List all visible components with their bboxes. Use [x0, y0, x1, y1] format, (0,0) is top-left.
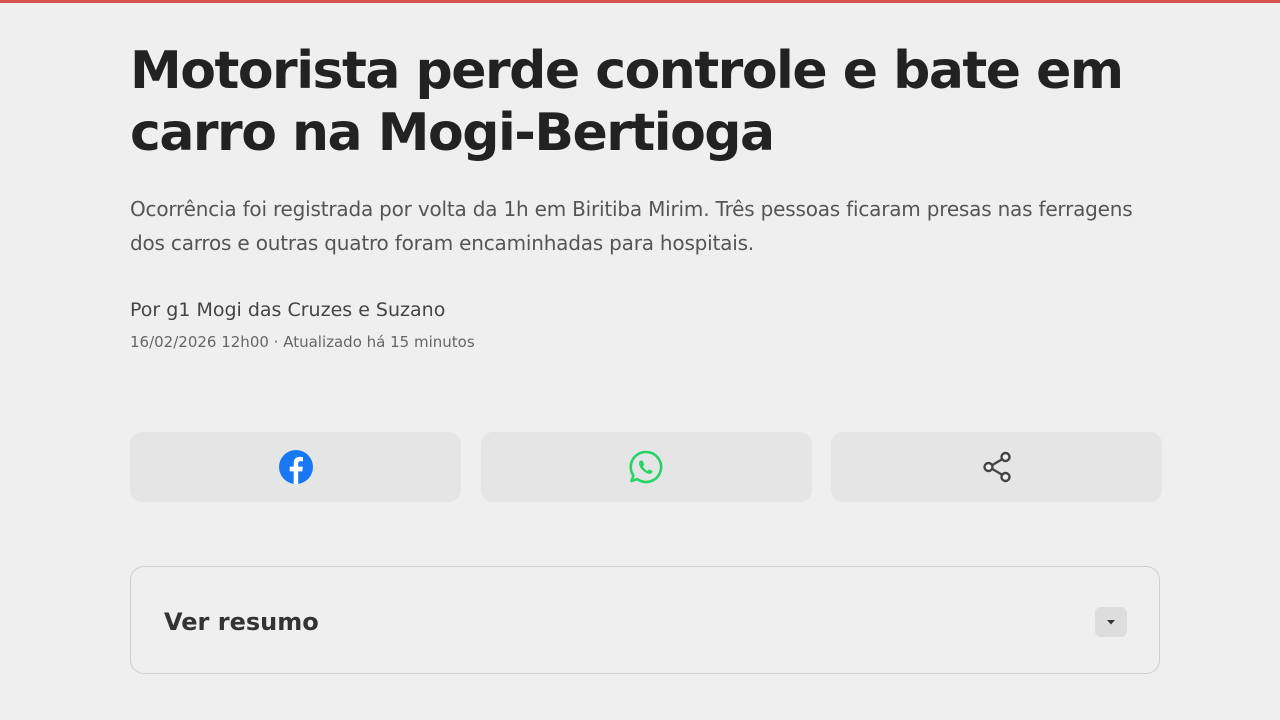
summary-label: Ver resumo [164, 608, 319, 636]
caret-down-icon [1107, 620, 1115, 625]
facebook-icon [278, 450, 313, 484]
share-generic-button[interactable] [831, 432, 1162, 502]
share-bar [130, 432, 1162, 502]
article-dateline: 16/02/2026 12h00 · Atualizado há 15 minu… [130, 333, 475, 351]
share-icon [982, 451, 1011, 483]
article-subheadline: Ocorrência foi registrada por volta da 1… [130, 197, 1133, 255]
whatsapp-icon [629, 450, 663, 484]
share-whatsapp-button[interactable] [480, 432, 812, 502]
top-accent-bar [0, 0, 1280, 3]
share-facebook-button[interactable] [130, 432, 461, 502]
article-headline: Motorista perde controle e bate em carro… [130, 41, 1124, 163]
article-byline: Por g1 Mogi das Cruzes e Suzano [130, 299, 446, 321]
article-header: Motorista perde controle e bate em carro… [130, 40, 1162, 352]
summary-expander[interactable]: Ver resumo [130, 566, 1160, 674]
summary-toggle-button[interactable] [1095, 607, 1127, 637]
